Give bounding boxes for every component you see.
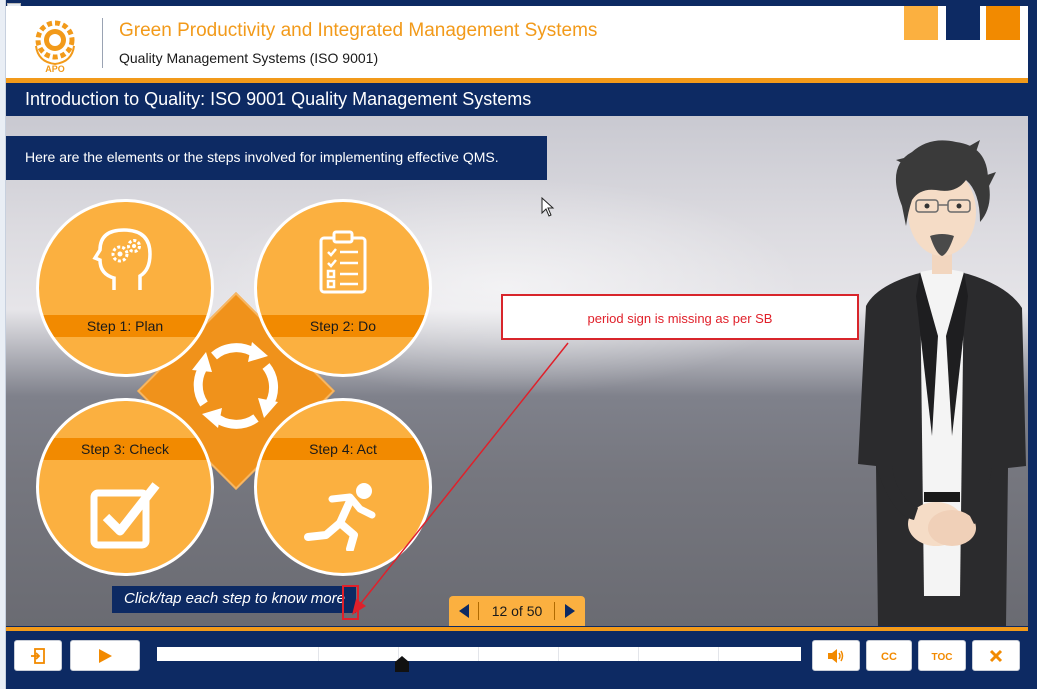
exit-icon: [31, 647, 45, 664]
checkbox-icon: [90, 482, 160, 549]
decor-square-navy: [946, 6, 980, 40]
logo-divider: [102, 18, 103, 68]
close-button[interactable]: [972, 640, 1020, 671]
clipboard-checklist-icon: [319, 230, 367, 294]
progress-knob[interactable]: [394, 656, 409, 672]
toc-icon: TOC: [932, 652, 953, 663]
progress-bar[interactable]: [157, 647, 801, 661]
svg-text:APO: APO: [45, 64, 65, 74]
presenter-character: [858, 140, 1026, 626]
header: APO Green Productivity and Integrated Ma…: [6, 6, 1028, 80]
step-1-plan[interactable]: Step 1: Plan: [36, 199, 214, 377]
step-3-label: Step 3: Check: [81, 441, 169, 457]
triangle-left-icon[interactable]: [458, 604, 470, 618]
volume-button[interactable]: [812, 640, 860, 671]
play-icon: [99, 648, 112, 663]
cycle-arrows-icon: [192, 342, 279, 429]
bottom-stripe: [6, 627, 1028, 631]
annotation-arrow: [352, 342, 569, 615]
play-button[interactable]: [70, 640, 140, 671]
header-stripe: [6, 78, 1028, 83]
nav-divider: [478, 602, 479, 620]
annotation-comment: period sign is missing as per SB: [587, 311, 773, 326]
close-icon: [989, 649, 1003, 662]
decor-square-light-orange: [904, 6, 938, 40]
step-1-label: Step 1: Plan: [86, 318, 164, 334]
brand-subtitle: Quality Management Systems (ISO 9001): [119, 50, 379, 66]
slide-stage: Here are the elements or the steps invol…: [6, 116, 1028, 626]
triangle-right-icon[interactable]: [564, 604, 576, 618]
instruction-text: Click/tap each step to know more: [124, 590, 345, 607]
progress-tick: [558, 647, 559, 661]
exit-button[interactable]: [14, 640, 62, 671]
nav-divider: [554, 602, 555, 620]
mouse-cursor-icon: [541, 197, 555, 217]
svg-text:TOC: TOC: [932, 652, 953, 663]
progress-tick: [718, 647, 719, 661]
step-3-check[interactable]: Step 3: Check: [36, 398, 214, 576]
captions-button[interactable]: CC: [866, 640, 912, 671]
volume-icon: [828, 648, 844, 663]
apo-logo: APO: [35, 20, 75, 74]
cc-icon: CC: [881, 651, 897, 663]
progress-tick: [478, 647, 479, 661]
svg-text:CC: CC: [881, 651, 897, 663]
intro-text: Here are the elements or the steps invol…: [25, 149, 499, 165]
page-indicator: 12 of 50: [491, 603, 543, 619]
step-2-label: Step 2: Do: [309, 318, 377, 334]
head-gears-icon: [92, 228, 152, 290]
progress-tick: [638, 647, 639, 661]
brand-title: Green Productivity and Integrated Manage…: [119, 20, 598, 41]
course-title: Introduction to Quality: ISO 9001 Qualit…: [25, 89, 532, 109]
decor-square-orange: [986, 6, 1020, 40]
toc-button[interactable]: TOC: [918, 640, 966, 671]
progress-tick: [318, 647, 319, 661]
